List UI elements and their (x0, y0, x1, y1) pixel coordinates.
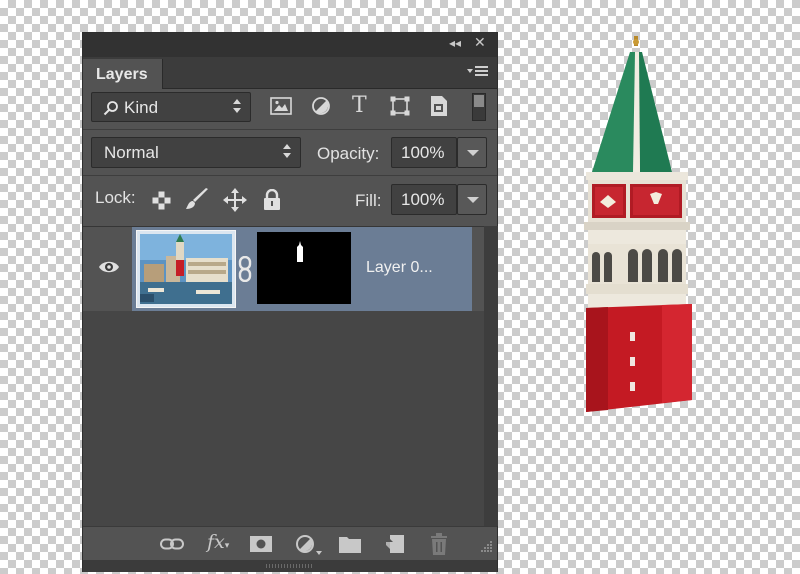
close-icon[interactable]: ✕ (474, 35, 486, 51)
panel-tab-row: Layers (83, 57, 497, 89)
add-mask-icon[interactable] (250, 536, 272, 552)
opacity-label: Opacity: (317, 144, 380, 163)
lock-label: Lock: (95, 188, 136, 207)
filter-kind-select[interactable]: Kind (91, 92, 251, 122)
lock-position-icon[interactable] (223, 188, 247, 212)
fill-value: 100% (401, 190, 445, 209)
mask-link-icon[interactable] (238, 256, 252, 282)
new-layer-icon[interactable] (385, 534, 405, 554)
fill-dropdown-button[interactable] (457, 184, 487, 215)
shape-filter-icon[interactable] (390, 96, 410, 116)
panel-titlebar: ◂◂ ✕ (83, 33, 497, 57)
smart-object-filter-icon[interactable] (429, 95, 449, 117)
blend-mode-value: Normal (104, 143, 159, 162)
layer-style-icon[interactable]: fx▾ (207, 531, 229, 553)
layers-list: Layer 0... (83, 226, 484, 526)
panel-menu-icon[interactable] (467, 65, 489, 79)
opacity-value: 100% (401, 143, 445, 162)
up-down-arrows-icon (283, 144, 291, 158)
fill-input[interactable]: 100% (391, 184, 457, 215)
adjustment-filter-icon[interactable] (311, 96, 331, 116)
type-filter-icon[interactable]: T (352, 93, 367, 118)
pixel-filter-icon[interactable] (270, 97, 292, 115)
up-down-arrows-icon (233, 99, 241, 113)
eye-visibility-icon[interactable] (98, 260, 120, 274)
drag-grip-icon (266, 564, 312, 568)
delete-layer-icon[interactable] (429, 533, 449, 555)
double-chevron-left-icon[interactable]: ◂◂ (449, 36, 461, 50)
layer-thumbnail[interactable] (136, 230, 236, 308)
filter-toggle-icon[interactable] (472, 93, 486, 121)
blend-mode-select[interactable]: Normal (91, 137, 301, 168)
search-icon (103, 101, 118, 116)
lock-transparent-pixels-icon[interactable] (152, 191, 171, 210)
new-group-icon[interactable] (339, 535, 361, 553)
fill-label: Fill: (355, 191, 382, 210)
lock-all-icon[interactable] (263, 189, 281, 211)
layers-footer-toolbar: fx▾ (83, 526, 497, 560)
filter-kind-label: Kind (124, 98, 159, 117)
tab-layers[interactable]: Layers (83, 59, 163, 89)
opacity-input[interactable]: 100% (391, 137, 457, 168)
layer-mask-thumbnail[interactable] (257, 232, 351, 304)
resize-grip-icon[interactable] (479, 539, 493, 553)
layers-panel: ◂◂ ✕ Layers Kind T Normal Opacity: 100% … (82, 32, 498, 572)
layer-name[interactable]: Layer 0... (366, 259, 433, 277)
opacity-dropdown-button[interactable] (457, 137, 487, 168)
layers-scrollbar[interactable] (484, 226, 498, 526)
lock-image-pixels-icon[interactable] (185, 188, 209, 210)
layer-row[interactable]: Layer 0... (83, 227, 484, 311)
tab-layers-label: Layers (96, 66, 148, 83)
link-layers-icon[interactable] (160, 538, 184, 550)
masked-bell-tower-image (584, 36, 692, 412)
panel-bottom-grip[interactable] (83, 560, 497, 572)
divider (83, 129, 497, 130)
adjustment-layer-icon[interactable] (295, 534, 323, 556)
divider (83, 175, 497, 176)
